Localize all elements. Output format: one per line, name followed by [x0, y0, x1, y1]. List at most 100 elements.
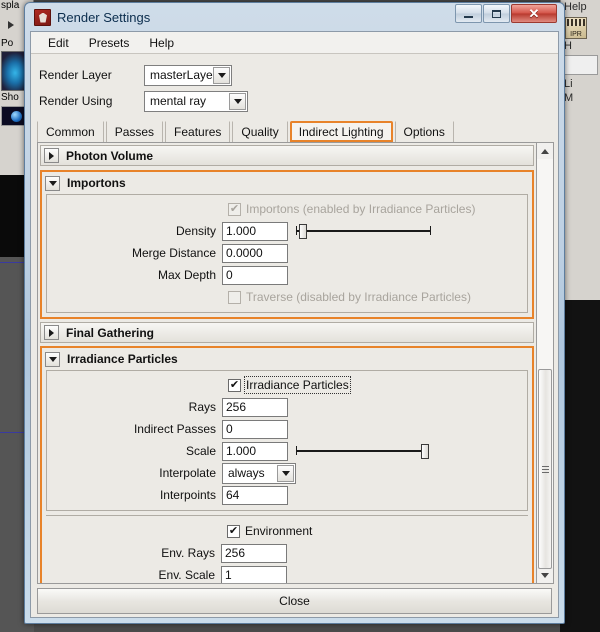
- traverse-checkbox: [228, 290, 241, 304]
- tab-bar: Common Passes Features Quality Indirect …: [31, 116, 558, 142]
- scroll-up-button[interactable]: [537, 143, 553, 159]
- maximize-button[interactable]: [483, 4, 510, 23]
- render-using-dropdown[interactable]: mental ray: [144, 90, 248, 112]
- background-right-label-3: M: [564, 92, 574, 104]
- max-depth-row: Max Depth 0: [47, 264, 527, 286]
- interpolate-dropdown[interactable]: always: [222, 462, 296, 484]
- background-right-label-1: H: [564, 40, 572, 52]
- render-layer-dropdown[interactable]: masterLayer: [144, 64, 232, 86]
- chevron-down-icon[interactable]: [277, 464, 294, 482]
- render-layer-row: Render Layer masterLayer: [39, 62, 550, 88]
- menu-item-help[interactable]: Help: [140, 34, 183, 52]
- density-slider-handle[interactable]: [299, 223, 307, 239]
- scale-slider[interactable]: [296, 442, 429, 461]
- background-right-label-0: Help: [564, 1, 587, 13]
- indirect-passes-input[interactable]: 0: [222, 419, 288, 439]
- window-client-area: Edit Presets Help Render Layer masterLay…: [30, 31, 559, 618]
- tab-common[interactable]: Common: [37, 121, 104, 142]
- background-right-label-2: Li: [564, 78, 573, 90]
- environment-checkbox[interactable]: [227, 524, 240, 538]
- scrollbar-track[interactable]: [537, 159, 553, 569]
- section-title-final-gathering: Final Gathering: [66, 325, 155, 340]
- section-title-irradiance-particles: Irradiance Particles: [67, 352, 178, 366]
- density-input[interactable]: 1.000: [222, 221, 288, 241]
- panel-scrollbar[interactable]: [537, 142, 554, 584]
- menubar: Edit Presets Help: [31, 32, 558, 54]
- traverse-label: Traverse (disabled by Irradiance Particl…: [246, 290, 471, 304]
- close-window-button[interactable]: ✕: [511, 4, 557, 23]
- indirect-lighting-panel: Photon Volume Importons Importons (enabl…: [37, 142, 537, 584]
- chevron-down-icon[interactable]: [229, 92, 246, 110]
- env-rays-row: Env. Rays 256: [46, 542, 528, 564]
- scale-label: Scale: [185, 444, 216, 458]
- section-header-importons[interactable]: Importons: [42, 172, 532, 194]
- chevron-right-icon[interactable]: [44, 325, 59, 340]
- rays-row: Rays 256: [47, 396, 527, 418]
- render-using-row: Render Using mental ray: [39, 88, 550, 114]
- section-title-importons: Importons: [67, 176, 126, 190]
- scale-slider-handle[interactable]: [421, 443, 429, 459]
- background-right-dark: [560, 300, 600, 632]
- section-header-irradiance-particles[interactable]: Irradiance Particles: [42, 348, 532, 370]
- section-title-photon-volume: Photon Volume: [66, 148, 154, 163]
- close-icon: ✕: [528, 6, 540, 21]
- interpoints-label: Interpoints: [159, 488, 216, 502]
- density-slider[interactable]: [296, 222, 431, 241]
- footer-bar: Close: [31, 584, 558, 617]
- tab-features[interactable]: Features: [165, 121, 231, 142]
- tab-passes[interactable]: Passes: [105, 121, 164, 142]
- window-titlebar[interactable]: Render Settings ✕: [30, 3, 559, 31]
- chevron-down-icon[interactable]: [45, 351, 60, 367]
- tab-indirect-lighting[interactable]: Indirect Lighting: [289, 121, 393, 142]
- section-importons: Importons Importons (enabled by Irradian…: [40, 170, 534, 319]
- max-depth-label: Max Depth: [157, 268, 216, 282]
- environment-row: Environment: [46, 520, 528, 542]
- window-title: Render Settings: [57, 9, 151, 25]
- max-depth-input[interactable]: 0: [222, 265, 288, 285]
- minimize-button[interactable]: [455, 4, 482, 23]
- background-right-box: [563, 55, 598, 75]
- menu-item-presets[interactable]: Presets: [80, 34, 139, 52]
- section-irradiance-particles: Irradiance Particles Irradiance Particle…: [40, 346, 534, 583]
- traverse-row: Traverse (disabled by Irradiance Particl…: [47, 286, 527, 308]
- render-layer-label: Render Layer: [39, 68, 112, 82]
- interpolate-label: Interpolate: [159, 466, 216, 480]
- scrollbar-thumb[interactable]: [538, 369, 552, 569]
- interpolate-row: Interpolate always: [47, 462, 527, 484]
- environment-group: Environment Env. Rays 256 Env. Scale 1: [46, 515, 528, 583]
- tab-options[interactable]: Options: [394, 121, 454, 142]
- close-button[interactable]: Close: [37, 588, 552, 614]
- environment-label[interactable]: Environment: [245, 524, 312, 538]
- interpoints-row: Interpoints 64: [47, 484, 527, 506]
- chevron-down-icon[interactable]: [45, 175, 60, 191]
- env-scale-input[interactable]: 1: [221, 565, 287, 583]
- rays-input[interactable]: 256: [222, 397, 288, 417]
- importons-enable-checkbox: [228, 202, 241, 216]
- indirect-passes-row: Indirect Passes 0: [47, 418, 527, 440]
- chevron-right-icon[interactable]: [44, 148, 59, 163]
- interpoints-input[interactable]: 64: [222, 485, 288, 505]
- section-header-photon-volume[interactable]: Photon Volume: [40, 145, 534, 166]
- env-scale-label: Env. Scale: [158, 568, 215, 582]
- render-setup-form: Render Layer masterLayer Render Using me…: [31, 54, 558, 116]
- merge-distance-input[interactable]: 0.0000: [222, 243, 288, 263]
- merge-distance-row: Merge Distance 0.0000: [47, 242, 527, 264]
- irradiance-enable-row: Irradiance Particles: [47, 374, 527, 396]
- irradiance-enable-label[interactable]: Irradiance Particles: [244, 376, 351, 394]
- background-right-panel: Help H Li M: [560, 0, 600, 300]
- importons-enable-row: Importons (enabled by Irradiance Particl…: [47, 198, 527, 220]
- render-settings-window: Render Settings ✕ Edit Presets Help Rend…: [24, 2, 565, 624]
- section-header-final-gathering[interactable]: Final Gathering: [40, 322, 534, 343]
- scroll-down-button[interactable]: [537, 567, 553, 583]
- menu-item-edit[interactable]: Edit: [39, 34, 78, 52]
- env-rays-input[interactable]: 256: [221, 543, 287, 563]
- scale-input[interactable]: 1.000: [222, 441, 288, 461]
- importons-group: Importons (enabled by Irradiance Particl…: [46, 194, 528, 313]
- density-row: Density 1.000: [47, 220, 527, 242]
- rays-label: Rays: [188, 400, 216, 414]
- scale-row: Scale 1.000: [47, 440, 527, 462]
- irradiance-enable-checkbox[interactable]: [228, 378, 241, 392]
- render-using-value: mental ray: [150, 94, 207, 108]
- tab-quality[interactable]: Quality: [232, 121, 288, 142]
- chevron-down-icon[interactable]: [213, 66, 230, 84]
